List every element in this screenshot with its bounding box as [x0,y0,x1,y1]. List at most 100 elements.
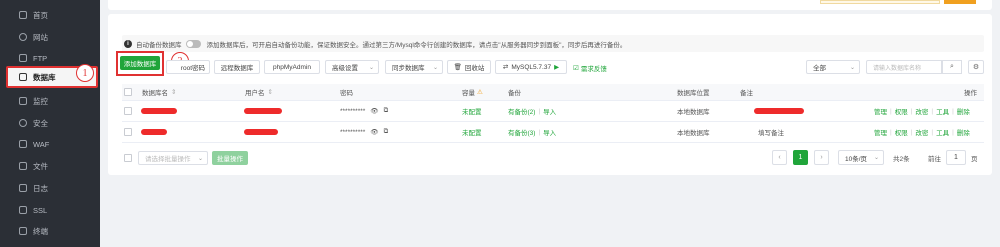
feedback-label: 需求反馈 [580,66,607,73]
chevron-down-icon: ⌄ [432,65,438,71]
auto-backup-toggle[interactable] [185,39,201,48]
log-icon [19,184,27,192]
page-size-select[interactable]: 10条/页 ⌄ [838,150,884,165]
sidebar-item-files[interactable]: 文件 [0,155,100,177]
manage-link[interactable]: 管理 [874,127,887,137]
page-number-button[interactable]: 1 [793,150,808,165]
sidebar-item-label: WAF [33,139,50,149]
row-checkbox[interactable] [124,107,132,115]
goto-page-input[interactable]: 1 [946,150,966,165]
settings-button[interactable]: ⚙ [968,60,984,74]
advanced-settings-dropdown[interactable]: 高级设置 ⌄ [325,60,379,74]
sidebar-item-label: 首页 [33,10,48,20]
chevron-right-icon: › [820,154,823,161]
ssl-icon [19,206,27,214]
backup-link[interactable]: 有备份(3) [508,127,535,137]
monitor-icon [19,97,27,105]
prev-page-button[interactable]: ‹ [772,150,787,165]
globe-icon [19,33,27,41]
column-header-name[interactable]: 数据库名 ⇕ [142,84,176,100]
tools-link[interactable]: 工具 [936,127,949,137]
column-header-backup: 备份 [508,90,521,97]
page-size-value: 10条/页 [845,155,868,163]
sync-database-dropdown[interactable]: 同步数据库 ⌄ [385,60,443,74]
redacted-database-name [141,108,177,114]
chevron-down-icon: ⌄ [849,65,855,71]
top-alert-chip [820,0,940,4]
eye-icon[interactable]: 👁 [370,128,378,136]
import-link[interactable]: 导入 [543,106,556,116]
import-link[interactable]: 导入 [543,127,556,137]
table-row: ********** 👁 ⧉ 未配置 有备份(3) | 导入 本地数据库 填写备注 管理… [122,122,984,143]
sync-label: 同步数据库 [392,65,425,72]
redacted-database-name [141,129,167,135]
copy-icon[interactable]: ⧉ [384,107,389,115]
sidebar-item-website[interactable]: 网站 [0,26,100,48]
sidebar-item-terminal[interactable]: 终端 [0,220,100,242]
play-icon: ▶ [554,64,560,71]
backup-notice: i 自动备份数据库 添加数据库后，可开启自动备份功能，保证数据安全。通过第三方/… [122,35,984,52]
batch-select-placeholder: 请选择批量操作 [145,156,191,163]
batch-operation-select[interactable]: 请选择批量操作 ⌄ [138,151,208,165]
notice-text: 添加数据库后，可开启自动备份功能，保证数据安全。通过第三方/Mysql命令行创建… [206,41,627,49]
search-icon: ⌕ [950,63,954,70]
info-icon: i [124,39,132,48]
footer-select-all-checkbox[interactable] [124,154,132,162]
sidebar-item-home[interactable]: 首页 [0,4,100,26]
feedback-link[interactable]: ☑ 需求反馈 [573,63,607,73]
permission-link[interactable]: 权限 [895,127,908,137]
sidebar-item-label: FTP [33,53,48,63]
database-search-input[interactable]: 请输入数据库名称 [866,60,942,74]
category-filter-select[interactable]: 全部 ⌄ [806,60,860,74]
remote-database-button[interactable]: 远程数据库 [214,60,260,74]
copy-icon[interactable]: ⧉ [384,128,389,136]
capacity-link[interactable]: 未配置 [462,101,482,121]
capacity-link[interactable]: 未配置 [462,122,482,142]
ftp-icon [19,54,27,62]
sidebar-item-label: SSL [33,205,48,215]
remark-value[interactable]: 填写备注 [758,122,784,142]
category-filter-value: 全部 [813,65,826,72]
manage-link[interactable]: 管理 [874,106,887,116]
sidebar-item-waf[interactable]: WAF [0,133,100,155]
folder-icon [19,162,27,170]
table-header: 数据库名 ⇕ 用户名 ⇕ 密码 容量 ⚠ 备份 数据库位置 备注 操作 [122,84,984,101]
phpmyadmin-button[interactable]: phpMyAdmin [264,60,320,74]
top-action-chip[interactable] [944,0,976,4]
search-button[interactable]: ⌕ [942,60,962,74]
sidebar-item-logs[interactable]: 日志 [0,177,100,199]
row-checkbox[interactable] [124,128,132,136]
column-header-user[interactable]: 用户名 ⇕ [245,84,273,100]
sidebar-item-monitor[interactable]: 监控 [0,90,100,112]
delete-link[interactable]: 删除 [957,127,970,137]
advanced-label: 高级设置 [332,65,358,72]
backup-link[interactable]: 有备份(2) [508,106,535,116]
warning-icon: ⚠ [477,89,483,96]
batch-operation-button[interactable]: 批量操作 [212,151,248,165]
permission-link[interactable]: 权限 [895,106,908,116]
root-password-button[interactable]: root密码 [166,60,210,74]
location-value: 本地数据库 [677,130,710,137]
redacted-username [244,129,278,135]
auto-backup-label: 自动备份数据库 [136,41,182,49]
header-label: 用户名 [245,90,265,97]
password-mask: ********** [340,128,366,136]
sidebar-item-security[interactable]: 安全 [0,112,100,134]
trash-icon: 🗑 [453,64,462,71]
change-password-link[interactable]: 改密 [915,127,928,137]
chevron-left-icon: ‹ [778,154,781,161]
page-unit-label: 页 [971,156,978,163]
select-all-checkbox[interactable] [124,88,132,96]
recycle-bin-button[interactable]: 🗑 回收站 [447,60,491,74]
next-page-button[interactable]: › [814,150,829,165]
tools-link[interactable]: 工具 [936,106,949,116]
table-footer: 请选择批量操作 ⌄ 批量操作 ‹ 1 › 10条/页 ⌄ 共2条 前往 1 页 [122,150,984,166]
delete-link[interactable]: 删除 [957,106,970,116]
sidebar-item-ssl[interactable]: SSL [0,199,100,221]
location-value: 本地数据库 [677,109,710,116]
eye-icon[interactable]: 👁 [370,107,378,115]
mysql-version-button[interactable]: ⇄ MySQL5.7.37 ▶ [495,60,567,74]
change-password-link[interactable]: 改密 [915,106,928,116]
chevron-down-icon: ⌄ [873,155,879,161]
annotation-badge-1: 1 [76,64,94,82]
